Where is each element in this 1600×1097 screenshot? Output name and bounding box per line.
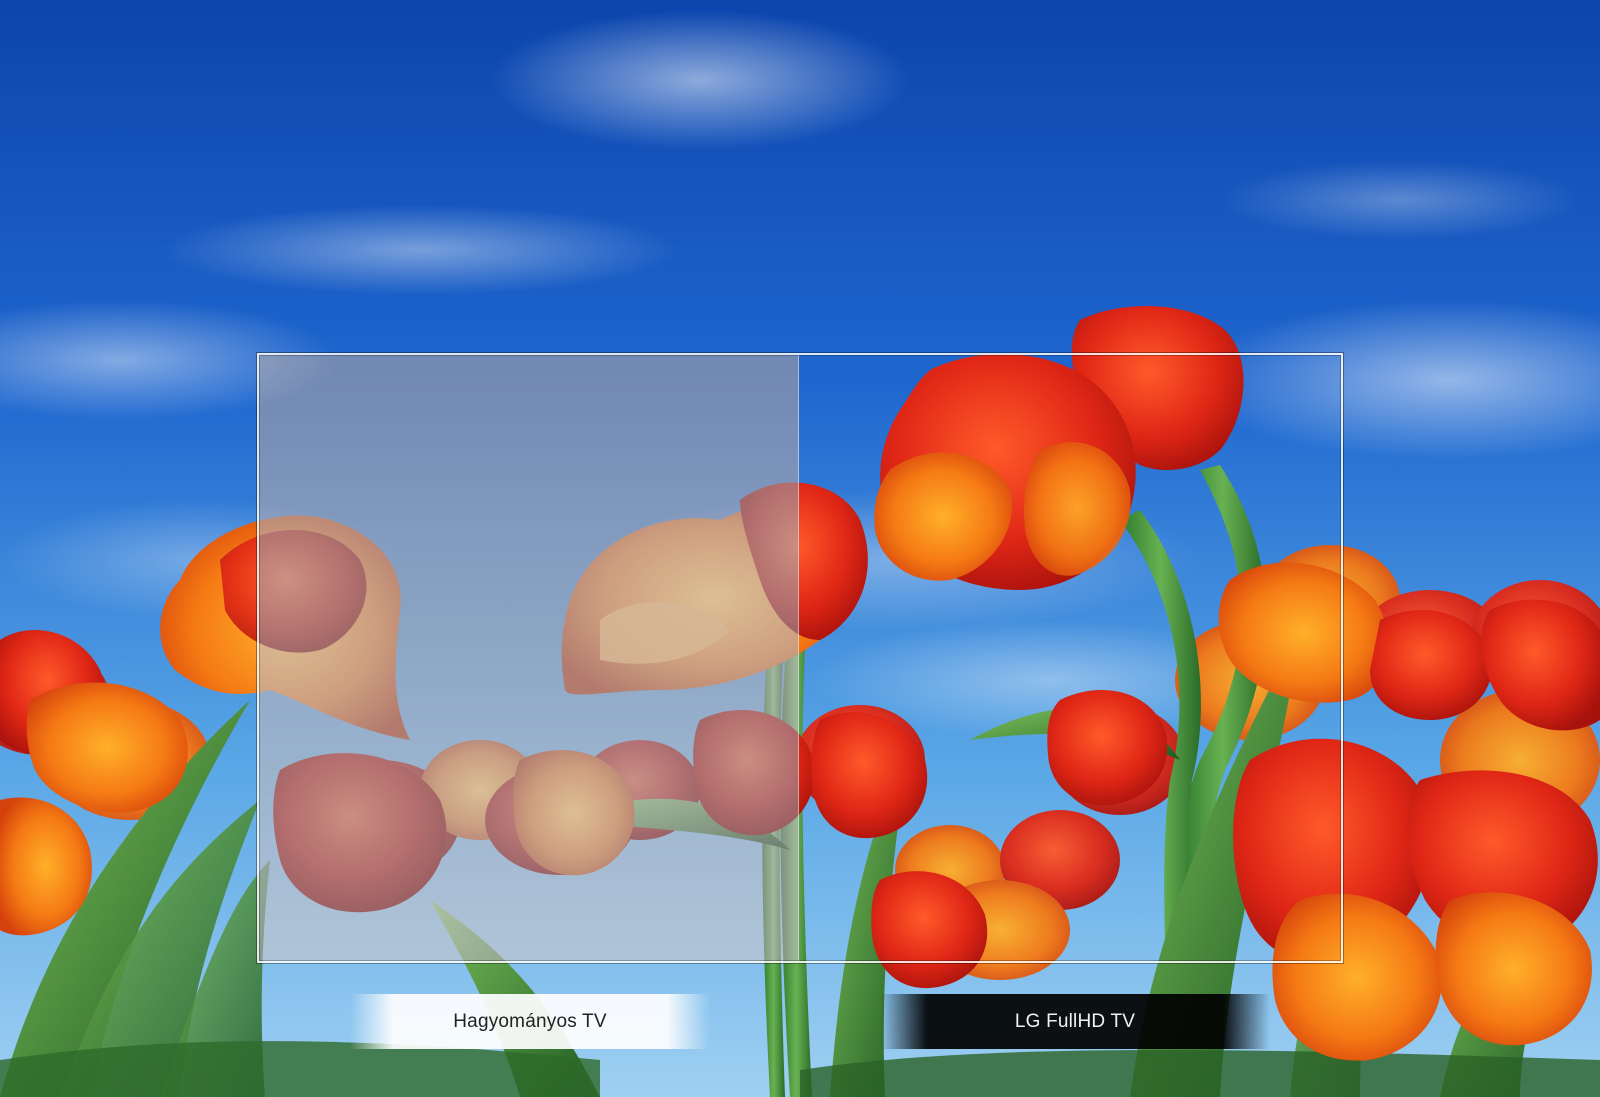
conventional-tv-label: Hagyományos TV: [350, 994, 710, 1049]
comparison-divider: [798, 355, 799, 961]
conventional-tv-desaturation: [259, 355, 799, 961]
tulip-field-photo: [0, 0, 1600, 1097]
photo-illustration: [0, 0, 1600, 1097]
lg-fullhd-tv-label: LG FullHD TV: [880, 994, 1270, 1049]
